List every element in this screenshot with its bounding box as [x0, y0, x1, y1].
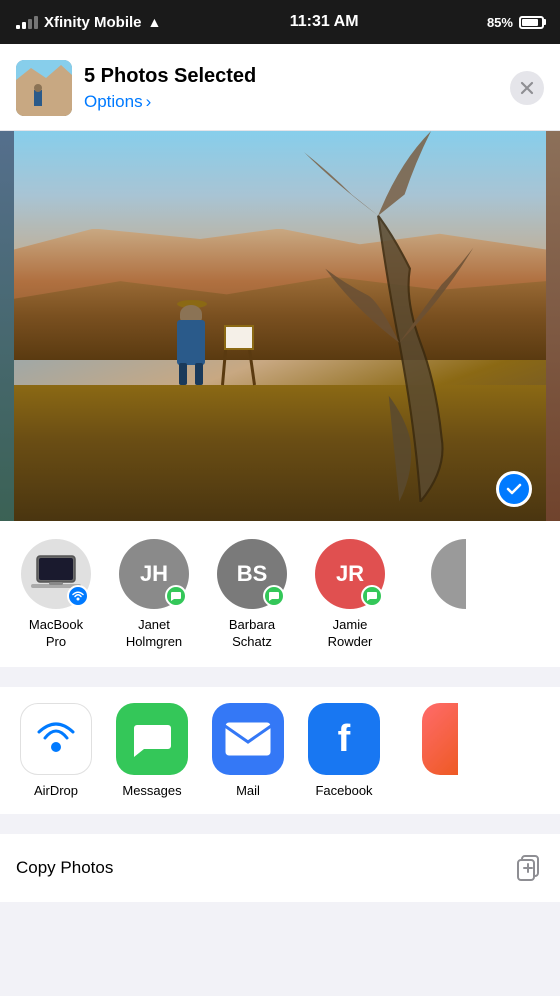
carrier-label: Xfinity Mobile — [44, 14, 142, 31]
photos-selected-title: 5 Photos Selected — [84, 65, 256, 88]
photo-strip-right — [546, 131, 560, 521]
avatar-janet: JH — [119, 539, 189, 609]
contacts-scroll: MacBookPro JH JanetHolmgren BS — [16, 539, 544, 651]
app-item-partial[interactable] — [400, 703, 480, 798]
options-link[interactable]: Options › — [84, 92, 256, 112]
messages-badge-janet — [165, 585, 187, 607]
messages-badge-barbara — [263, 585, 285, 607]
signal-bars — [16, 16, 38, 29]
app-label-mail: Mail — [236, 783, 260, 798]
tree-svg — [253, 131, 546, 502]
battery-icon — [519, 16, 544, 29]
app-item-facebook[interactable]: f Facebook — [304, 703, 384, 798]
avatar-partial — [431, 539, 466, 609]
app-label-facebook: Facebook — [315, 783, 372, 798]
photo-strip — [0, 131, 560, 521]
contacts-section: MacBookPro JH JanetHolmgren BS — [0, 521, 560, 667]
contact-jamie[interactable]: JR JamieRowder — [310, 539, 390, 651]
copy-icon — [512, 852, 544, 884]
contact-name-macbook: MacBookPro — [29, 617, 83, 651]
airdrop-badge-macbook — [67, 585, 89, 607]
close-button[interactable] — [510, 71, 544, 105]
contact-name-janet: JanetHolmgren — [126, 617, 182, 651]
copy-label: Copy Photos — [16, 858, 113, 878]
header-text: 5 Photos Selected Options › — [84, 65, 256, 112]
facebook-logo: f — [338, 720, 351, 758]
app-item-airdrop[interactable]: AirDrop — [16, 703, 96, 798]
app-label-messages: Messages — [122, 783, 181, 798]
app-item-mail[interactable]: Mail — [208, 703, 288, 798]
wifi-icon: ▲ — [148, 14, 162, 30]
easel — [216, 325, 266, 385]
photo-thumbnail — [16, 60, 72, 116]
avatar-jamie: JR — [315, 539, 385, 609]
status-left: Xfinity Mobile ▲ — [16, 14, 161, 31]
status-right: 85% — [487, 15, 544, 30]
contact-name-barbara: BarbaraSchatz — [229, 617, 275, 651]
app-icon-mail — [212, 703, 284, 775]
app-icon-partial — [422, 703, 458, 775]
app-item-messages[interactable]: Messages — [112, 703, 192, 798]
avatar-barbara: BS — [217, 539, 287, 609]
app-label-airdrop: AirDrop — [34, 783, 78, 798]
contact-partial[interactable] — [408, 539, 488, 651]
figure — [174, 305, 209, 385]
photo-canvas — [14, 131, 546, 521]
photo-strip-left — [0, 131, 14, 521]
app-icon-messages — [116, 703, 188, 775]
copy-section[interactable]: Copy Photos — [0, 834, 560, 902]
messages-badge-jamie — [361, 585, 383, 607]
status-bar: Xfinity Mobile ▲ 11:31 AM 85% — [0, 0, 560, 44]
photo-main — [14, 131, 546, 521]
avatar-macbook — [21, 539, 91, 609]
battery-percent: 85% — [487, 15, 513, 30]
divider2 — [0, 814, 560, 824]
checkmark-badge — [496, 471, 532, 507]
header-left: 5 Photos Selected Options › — [16, 60, 256, 116]
contact-barbara[interactable]: BS BarbaraSchatz — [212, 539, 292, 651]
app-icon-facebook: f — [308, 703, 380, 775]
divider1 — [0, 667, 560, 677]
app-icon-airdrop — [20, 703, 92, 775]
contact-janet[interactable]: JH JanetHolmgren — [114, 539, 194, 651]
status-time: 11:31 AM — [290, 13, 359, 31]
contact-name-jamie: JamieRowder — [328, 617, 373, 651]
share-header: 5 Photos Selected Options › — [0, 44, 560, 131]
apps-section: AirDrop Messages Mail f Facebook — [0, 687, 560, 814]
chevron-right-icon: › — [146, 92, 152, 112]
contact-macbook-pro[interactable]: MacBookPro — [16, 539, 96, 651]
